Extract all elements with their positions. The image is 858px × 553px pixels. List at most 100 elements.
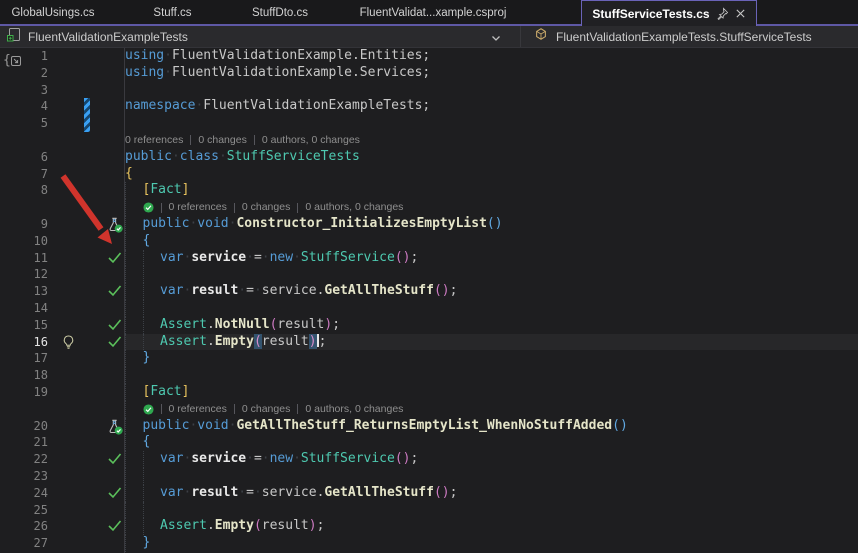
code-token: StuffService	[300, 249, 395, 265]
code-line-content[interactable]: {	[125, 232, 858, 250]
line-number: 18	[33, 368, 48, 383]
codelens-pass-icon[interactable]	[142, 202, 154, 213]
code-token: }	[142, 535, 151, 551]
code-line-content[interactable]: Assert.Empty(result);	[125, 518, 858, 536]
editor-gutter: 5	[0, 115, 125, 132]
tab-stuff.cs[interactable]: Stuff.cs	[120, 0, 225, 26]
indent-guide	[125, 383, 143, 401]
code-line-content[interactable]	[125, 115, 858, 132]
line-number: 19	[33, 384, 48, 399]
code-line-content[interactable]: public·void·GetAllTheStuff_ReturnsEmptyL…	[125, 417, 858, 435]
code-token: =	[246, 283, 254, 299]
indent-guide	[125, 350, 143, 368]
editor-gutter: 27	[0, 535, 125, 552]
code-token: ;	[318, 333, 327, 349]
code-token: .	[206, 316, 215, 332]
codelens-content[interactable]: 0 references 0 changes 0 authors, 0 change…	[125, 132, 858, 149]
code-line: 16 Assert.Empty(result);	[0, 333, 858, 351]
indent-guide	[125, 434, 143, 452]
code-line-content[interactable]: using·FluentValidationExample.Services;	[125, 65, 858, 82]
code-line: 1 using·FluentValidationExample.Entities;	[0, 48, 858, 65]
code-token: StuffServiceTests	[226, 148, 360, 164]
code-line-content[interactable]: {	[125, 166, 858, 183]
code-line-content[interactable]: using·FluentValidationExample.Entities;	[125, 48, 858, 65]
codelens-content[interactable]: 0 references 0 changes 0 authors, 0 change…	[125, 400, 858, 418]
codelens-text[interactable]: 0 changes	[198, 132, 246, 149]
code-line-content[interactable]: }	[125, 350, 858, 368]
code-token: ·	[253, 283, 262, 299]
line-number: 4	[40, 99, 48, 114]
code-line-content[interactable]: {	[125, 434, 858, 452]
code-line-content[interactable]	[125, 299, 858, 317]
codelens-content[interactable]: 0 references 0 changes 0 authors, 0 change…	[125, 199, 858, 216]
tab-globalusings.cs[interactable]: GlobalUsings.cs	[0, 0, 120, 26]
code-line-content[interactable]: [Fact]	[125, 383, 858, 401]
code-token: ·	[238, 283, 247, 299]
codelens-row: 0 references 0 changes 0 authors, 0 change…	[0, 199, 858, 216]
code-editor[interactable]: { 1 using·FluentValidationExample.Entitie…	[0, 48, 858, 553]
indent-guide	[125, 249, 143, 267]
code-line-content[interactable]: }	[125, 535, 858, 552]
codelens-text[interactable]: 0 authors, 0 changes	[262, 132, 360, 149]
codelens-text[interactable]: 0 references	[169, 199, 227, 216]
code-token: ;	[316, 518, 325, 534]
code-line-content[interactable]: var·result·=·service.GetAllTheStuff();	[125, 484, 858, 502]
line-number: 5	[40, 116, 48, 131]
codelens-pass-icon[interactable]	[142, 404, 154, 415]
editor-gutter: 21	[0, 434, 125, 451]
braces-outline-icon[interactable]: {	[3, 51, 23, 72]
code-token: public	[142, 417, 190, 433]
code-line-content[interactable]: var·service·=·new·StuffService();	[125, 451, 858, 468]
codelens-text[interactable]: 0 references	[169, 401, 227, 418]
code-line-content[interactable]: [Fact]	[125, 182, 858, 200]
line-number: 8	[40, 183, 48, 198]
codelens-text[interactable]: 0 authors, 0 changes	[305, 199, 403, 216]
code-line-content[interactable]	[125, 501, 858, 519]
line-number: 10	[33, 233, 48, 248]
tab-fluentvalidat...xample.csproj[interactable]: FluentValidat...xample.csproj	[335, 0, 531, 26]
code-line: 18	[0, 367, 858, 384]
line-number: 14	[33, 300, 48, 315]
line-number: 3	[40, 82, 48, 97]
code-token: .	[206, 333, 215, 349]
code-line-content[interactable]	[125, 266, 858, 284]
close-icon[interactable]	[735, 8, 746, 19]
codelens-text[interactable]: 0 changes	[242, 199, 290, 216]
code-line-content[interactable]: Assert.Empty(result);	[125, 333, 858, 351]
indent-guide	[125, 417, 143, 435]
line-number: 22	[33, 452, 48, 467]
tab-stuffservicetests.cs[interactable]: StuffServiceTests.cs	[581, 0, 757, 26]
code-line-content[interactable]: var·result·=·service.GetAllTheStuff();	[125, 283, 858, 300]
code-token: new	[269, 451, 294, 467]
member-dropdown[interactable]: FluentValidationExampleTests.StuffServic…	[520, 26, 858, 47]
pin-icon[interactable]	[716, 7, 729, 20]
code-line-content[interactable]	[125, 82, 858, 99]
code-line-content[interactable]: public·class·StuffServiceTests	[125, 149, 858, 166]
code-token: ()	[612, 417, 628, 433]
code-token: ]	[181, 383, 190, 399]
code-line: 24 var·result·=·service.GetAllTheStuff();	[0, 484, 858, 502]
chevron-down-icon[interactable]	[490, 31, 502, 49]
codelens-text[interactable]: 0 authors, 0 changes	[305, 401, 403, 418]
indent-guide	[142, 316, 161, 334]
code-line-content[interactable]	[125, 467, 858, 485]
code-line-content[interactable]: var·service·=·new·StuffService();	[125, 249, 858, 267]
code-token: Assert	[160, 316, 207, 332]
codelens-text[interactable]: 0 references	[125, 132, 183, 149]
editor-gutter: 22	[0, 451, 125, 468]
code-line: 4 namespace·FluentValidationExampleTests;	[0, 98, 858, 116]
tab-stuffdto.cs[interactable]: StuffDto.cs	[225, 0, 335, 26]
indent-guide	[142, 451, 161, 468]
code-line-content[interactable]: public·void·Constructor_InitializesEmpty…	[125, 215, 858, 233]
code-line-content[interactable]: Assert.NotNull(result);	[125, 316, 858, 334]
code-line-content[interactable]: namespace·FluentValidationExampleTests;	[125, 98, 858, 115]
tab-label: GlobalUsings.cs	[11, 7, 95, 19]
code-line-content[interactable]	[125, 367, 858, 384]
code-token: result	[261, 333, 309, 349]
code-line: 23	[0, 467, 858, 485]
code-token: class	[179, 148, 219, 164]
codelens-text[interactable]: 0 changes	[242, 401, 290, 418]
project-dropdown[interactable]: FluentValidationExampleTests	[0, 26, 520, 47]
code-token: var	[160, 451, 184, 467]
line-number: 20	[33, 418, 48, 433]
